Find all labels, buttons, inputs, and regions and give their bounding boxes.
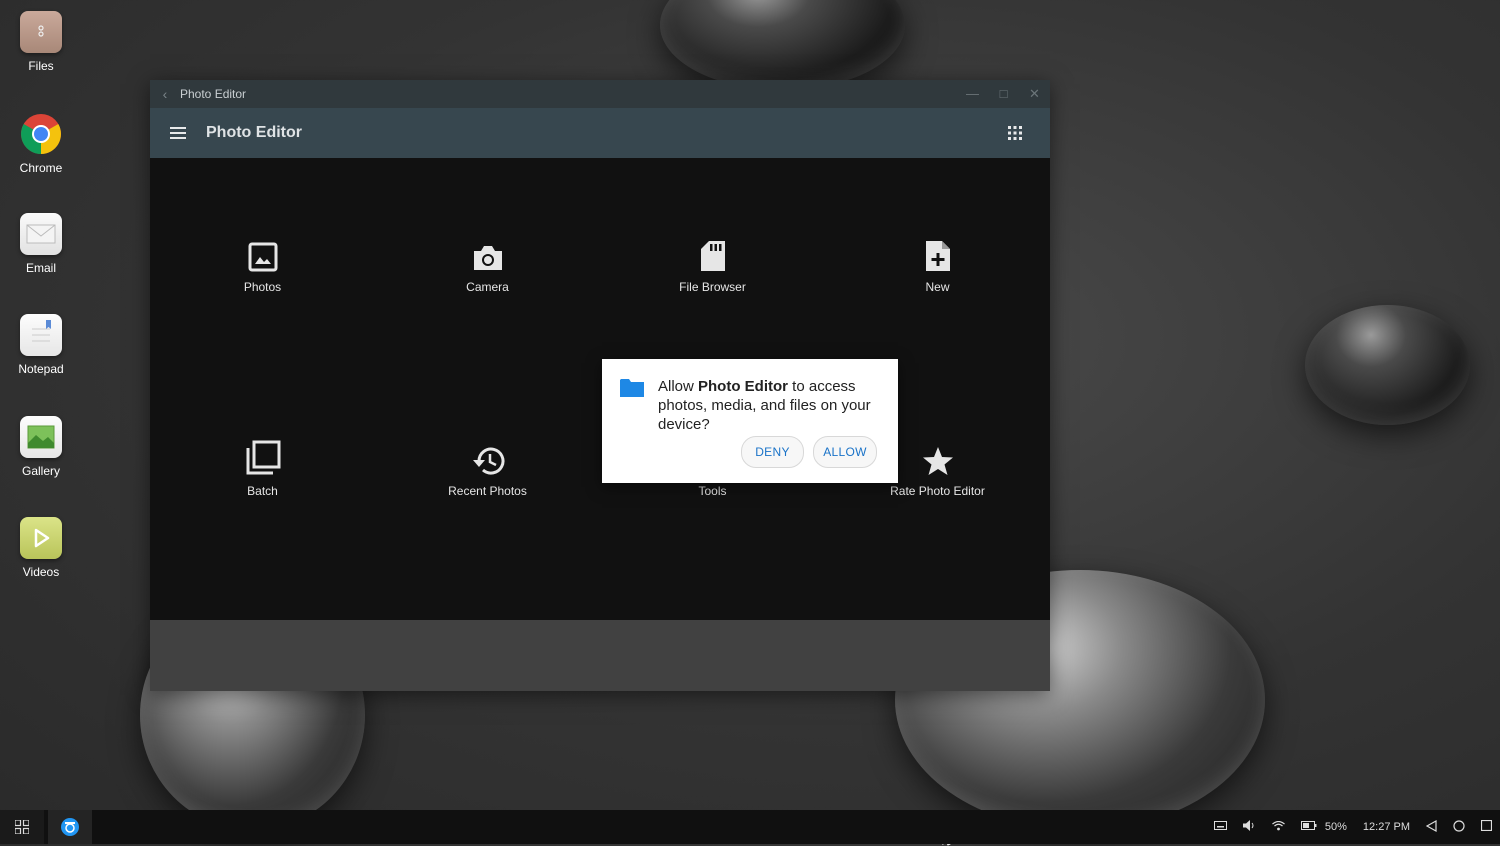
back-arrow-icon[interactable]: ‹ bbox=[150, 86, 180, 102]
app-title: Photo Editor bbox=[206, 124, 302, 141]
desktop-icon-label: Files bbox=[28, 59, 54, 73]
system-tray: 50% 12:27 PM bbox=[1206, 810, 1500, 844]
play-icon bbox=[34, 528, 50, 548]
new-file-icon bbox=[925, 241, 950, 271]
sd-card-icon bbox=[700, 241, 725, 271]
maximize-icon[interactable]: □ bbox=[988, 86, 1019, 102]
tool-recent-photos[interactable]: Recent Photos bbox=[375, 438, 600, 498]
batch-icon bbox=[246, 440, 280, 475]
star-icon bbox=[922, 447, 953, 475]
tool-label: Tools bbox=[698, 484, 727, 498]
desktop-icon-gallery[interactable]: Gallery bbox=[12, 416, 70, 478]
allow-button[interactable]: ALLOW bbox=[813, 436, 877, 468]
desktop-icon-label: Videos bbox=[22, 565, 60, 579]
tool-label: Camera bbox=[466, 280, 509, 294]
app-bar: Photo Editor bbox=[150, 108, 1050, 158]
tool-label: File Browser bbox=[679, 280, 746, 294]
tool-label: Photos bbox=[243, 280, 282, 294]
desktop-icon-label: Gallery bbox=[21, 464, 60, 478]
tool-grid: Photos Camera File Browser New Batch Rec… bbox=[150, 158, 1050, 620]
image-icon bbox=[248, 242, 277, 272]
tool-photos[interactable]: Photos bbox=[150, 234, 375, 294]
battery-percent: 50% bbox=[1324, 821, 1347, 833]
camera-icon bbox=[473, 246, 502, 270]
desktop-icon-label: Chrome bbox=[19, 161, 63, 175]
gallery-icon bbox=[27, 425, 55, 449]
wallpaper-pebble bbox=[1305, 305, 1470, 425]
desktop-icon-notepad[interactable]: Notepad bbox=[12, 314, 70, 376]
battery-icon[interactable] bbox=[1300, 821, 1317, 833]
desktop-icon-email[interactable]: Email bbox=[12, 213, 70, 275]
grid-apps-icon bbox=[15, 820, 29, 834]
window-bottom-area bbox=[150, 620, 1050, 691]
nav-recents-icon[interactable] bbox=[1480, 819, 1493, 834]
window-title: Photo Editor bbox=[180, 87, 247, 101]
taskbar-app-photo-editor[interactable] bbox=[48, 810, 92, 844]
desktop-icon-chrome[interactable]: Chrome bbox=[12, 113, 70, 175]
start-menu-button[interactable] bbox=[0, 810, 44, 844]
permission-dialog: Allow Photo Editor to access photos, med… bbox=[602, 359, 898, 483]
wifi-icon[interactable] bbox=[1271, 820, 1285, 834]
desktop-icon-videos[interactable]: Videos bbox=[12, 517, 70, 579]
desktop-icon-files[interactable]: Files bbox=[12, 11, 70, 73]
folder-icon bbox=[620, 379, 644, 397]
hamburger-menu-icon[interactable] bbox=[150, 127, 206, 139]
window-titlebar: ‹ Photo Editor — □ ✕ bbox=[150, 80, 1050, 108]
deny-button[interactable]: DENY bbox=[741, 436, 804, 468]
tool-file-browser[interactable]: File Browser bbox=[600, 234, 825, 294]
apps-grid-icon[interactable] bbox=[980, 126, 1050, 140]
desktop-icon-label: Email bbox=[25, 261, 56, 275]
nav-back-icon[interactable] bbox=[1425, 819, 1437, 835]
tool-label: Rate Photo Editor bbox=[890, 484, 985, 498]
wallpaper-pebble bbox=[660, 0, 905, 90]
history-icon bbox=[472, 447, 504, 475]
close-icon[interactable]: ✕ bbox=[1019, 86, 1050, 102]
message-app-name: Photo Editor bbox=[698, 378, 789, 395]
taskbar: 50% 12:27 PM bbox=[0, 810, 1500, 844]
notepad-icon bbox=[32, 320, 51, 342]
tool-new[interactable]: New bbox=[825, 234, 1050, 294]
tool-camera[interactable]: Camera bbox=[375, 234, 600, 294]
tool-label: Batch bbox=[247, 484, 278, 498]
nav-home-icon[interactable] bbox=[1453, 819, 1465, 835]
message-prefix: Allow bbox=[658, 378, 699, 395]
chrome-icon bbox=[21, 114, 61, 154]
permission-message: Allow Photo Editor to access photos, med… bbox=[658, 377, 888, 434]
envelope-icon bbox=[26, 224, 56, 244]
photo-editor-app-icon bbox=[61, 818, 79, 836]
tool-batch[interactable]: Batch bbox=[150, 438, 375, 498]
desktop-icon-label: Notepad bbox=[18, 362, 64, 376]
minimize-icon[interactable]: — bbox=[957, 86, 988, 102]
clock[interactable]: 12:27 PM bbox=[1363, 821, 1410, 833]
photo-editor-window: ‹ Photo Editor — □ ✕ Photo Editor Photos bbox=[150, 80, 1050, 691]
files-icon bbox=[38, 25, 44, 37]
keyboard-icon[interactable] bbox=[1213, 821, 1227, 833]
tool-label: Recent Photos bbox=[448, 484, 527, 498]
volume-icon[interactable] bbox=[1242, 820, 1256, 834]
tool-label: New bbox=[925, 280, 950, 294]
